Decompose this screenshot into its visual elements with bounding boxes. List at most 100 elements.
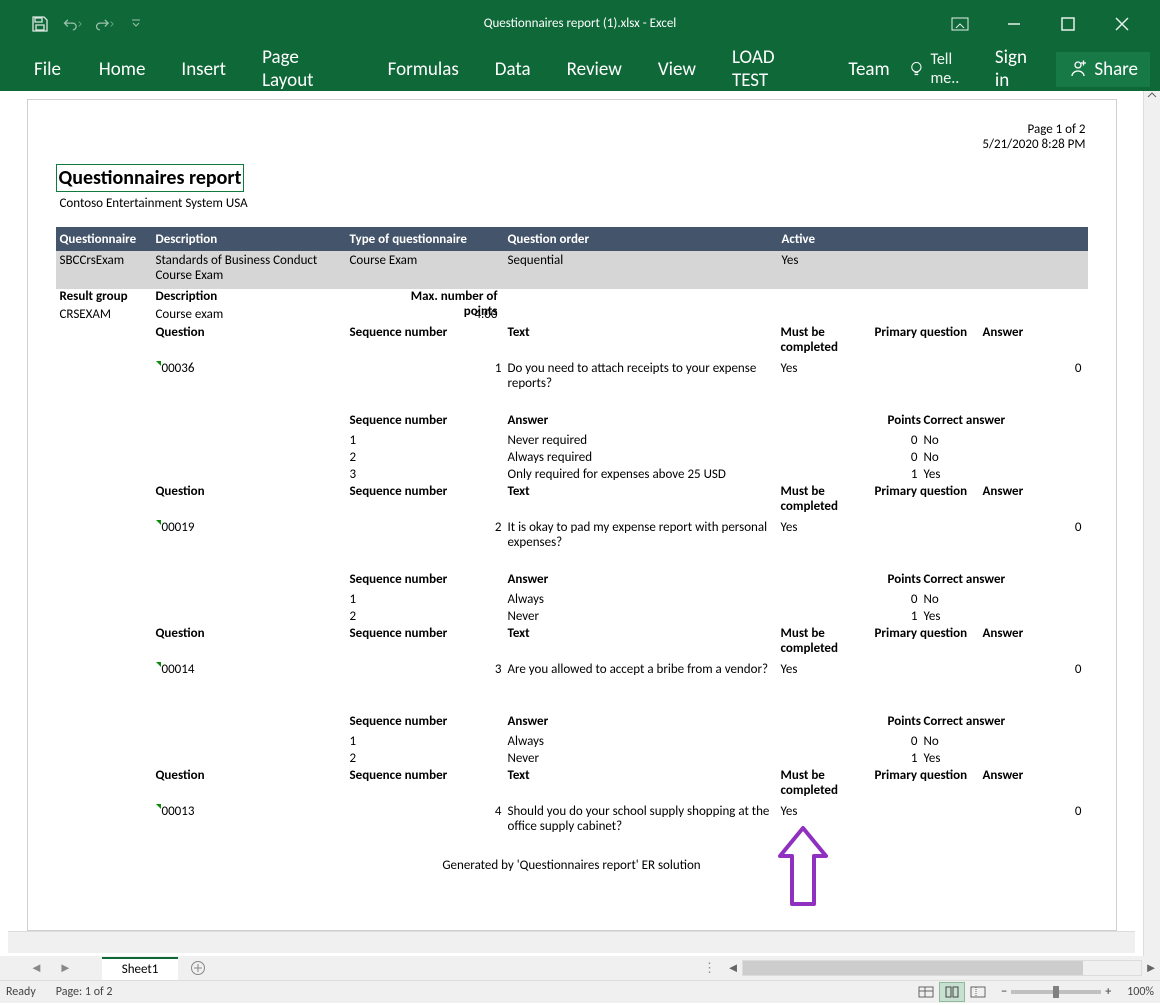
tell-me-label: Tell me.. [930, 50, 980, 88]
zoom-out-button[interactable]: − [1001, 985, 1007, 999]
page-number-label: Page 1 of 2 [982, 122, 1085, 137]
bottom-area [8, 931, 1135, 953]
hdr-order: Question order [508, 232, 782, 247]
hscroll-left-icon[interactable]: ◄ [724, 959, 742, 977]
report-subtitle: Contoso Entertainment System USA [60, 196, 1088, 211]
zoom-in-button[interactable]: + [1105, 985, 1111, 999]
exam-desc: Standards of Business Conduct Course Exa… [156, 253, 350, 283]
page-header-meta: Page 1 of 2 5/21/2020 8:28 PM [982, 122, 1085, 152]
qat-dropdown-icon[interactable] [126, 14, 146, 34]
sheet-next-icon[interactable]: ► [59, 960, 72, 976]
report-body: Questionnaire Description Type of questi… [56, 227, 1088, 873]
hdr-active: Active [782, 232, 1088, 247]
answers-header: Sequence numberAnswerPointsCorrect answe… [56, 572, 1088, 592]
answer-row: 1Always0No [56, 734, 1088, 751]
annotation-arrow-icon [774, 824, 832, 914]
tab-view[interactable]: View [640, 48, 714, 91]
questions-container: QuestionSequence numberTextMust be compl… [56, 325, 1088, 840]
redo-icon[interactable] [94, 14, 114, 34]
print-page: Page 1 of 2 5/21/2020 8:28 PM Questionna… [27, 99, 1117, 931]
answer-row: 2Always required0No [56, 450, 1088, 467]
lightbulb-icon [908, 60, 925, 78]
sheet-tab-strip: ◄ ► Sheet1 ⋮ ◄ ► [0, 956, 1160, 980]
status-bar: Ready Page: 1 of 2 − + 100% [0, 980, 1160, 1003]
exam-code: SBCCrsExam [56, 253, 156, 268]
tab-review[interactable]: Review [549, 48, 640, 91]
exam-type: Course Exam [350, 253, 508, 268]
view-buttons [913, 982, 991, 1002]
view-page-break-icon[interactable] [965, 982, 991, 1002]
page-datetime: 5/21/2020 8:28 PM [982, 137, 1085, 152]
hdr-questionnaire: Questionnaire [56, 232, 156, 247]
content-area: Page 1 of 2 5/21/2020 8:28 PM Questionna… [0, 91, 1160, 956]
page-preview-area[interactable]: Page 1 of 2 5/21/2020 8:28 PM Questionna… [0, 91, 1143, 956]
tab-home[interactable]: Home [81, 48, 164, 91]
tab-team[interactable]: Team [830, 48, 907, 91]
sheet-tab-active[interactable]: Sheet1 [102, 957, 179, 980]
result-group-header: Result group Description Max. number of … [56, 289, 1088, 307]
minimize-icon[interactable] [1001, 11, 1027, 37]
zoom-control: − + 100% [1001, 985, 1154, 999]
view-page-layout-icon[interactable] [939, 982, 965, 1002]
answer-row: 2Never1Yes [56, 609, 1088, 626]
sheet-nav: ◄ ► [0, 960, 102, 976]
undo-icon[interactable] [62, 14, 82, 34]
maximize-icon[interactable] [1055, 11, 1081, 37]
hscroll-track[interactable] [742, 960, 1142, 976]
answer-row: 1Always0No [56, 592, 1088, 609]
question-row: 000134Should you do your school supply s… [56, 804, 1088, 840]
scroll-up-icon[interactable] [1147, 91, 1157, 99]
file-tab[interactable]: File [10, 48, 81, 91]
exam-active: Yes [782, 253, 1088, 268]
tell-me-search[interactable]: Tell me.. [908, 50, 981, 88]
sign-in-button[interactable]: Sign in [987, 40, 1050, 98]
hdr-description: Description [156, 232, 350, 247]
result-group-data: CRSEXAM Course exam 4.00 [56, 307, 1088, 325]
tab-formulas[interactable]: Formulas [370, 48, 477, 91]
hscroll-thumb[interactable] [743, 961, 1083, 975]
rg-max: 4.00 [376, 307, 506, 325]
new-sheet-button[interactable] [186, 956, 210, 980]
sheet-prev-icon[interactable]: ◄ [30, 960, 43, 976]
generated-by-footer: Generated by 'Questionnaires report' ER … [56, 858, 1088, 873]
question-header: QuestionSequence numberTextMust be compl… [56, 626, 1088, 662]
answer-row: 3Only required for expenses above 25 USD… [56, 467, 1088, 484]
rg-desc-label: Description [156, 289, 376, 307]
share-label: Share [1094, 58, 1138, 81]
rg-max-label: Max. number of points [376, 289, 506, 307]
table-header-row: Questionnaire Description Type of questi… [56, 227, 1088, 251]
tab-data[interactable]: Data [477, 48, 549, 91]
exam-row: SBCCrsExam Standards of Business Conduct… [56, 251, 1088, 289]
share-person-icon [1068, 59, 1088, 79]
question-row: 000143Are you allowed to accept a bribe … [56, 662, 1088, 698]
horizontal-scrollbar[interactable]: ⋮ ◄ ► [703, 959, 1160, 977]
close-icon[interactable] [1109, 11, 1135, 37]
hdr-type: Type of questionnaire [350, 232, 508, 247]
question-row: 000361Do you need to attach receipts to … [56, 361, 1088, 397]
hscroll-right-icon[interactable]: ► [1142, 959, 1160, 977]
zoom-level: 100% [1127, 985, 1154, 999]
title-bar: Questionnaires report (1).xlsx - Excel [0, 0, 1160, 47]
window-controls [947, 11, 1160, 37]
rg-code: CRSEXAM [56, 307, 156, 325]
save-icon[interactable] [30, 14, 50, 34]
answers-header: Sequence numberAnswerPointsCorrect answe… [56, 413, 1088, 433]
zoom-thumb[interactable] [1053, 986, 1059, 998]
tab-insert[interactable]: Insert [163, 48, 244, 91]
zoom-slider[interactable] [1011, 990, 1101, 994]
vertical-scrollbar[interactable] [1143, 91, 1160, 956]
ribbon-display-icon[interactable] [947, 11, 973, 37]
hscroll-grip-icon[interactable]: ⋮ [703, 961, 716, 976]
exam-order: Sequential [508, 253, 782, 268]
status-page: Page: 1 of 2 [56, 985, 113, 999]
ribbon-tabs: File Home Insert Page Layout Formulas Da… [0, 47, 1160, 91]
share-button[interactable]: Share [1056, 52, 1150, 87]
question-header: QuestionSequence numberTextMust be compl… [56, 325, 1088, 361]
answer-row: 2Never1Yes [56, 751, 1088, 768]
rg-label: Result group [56, 289, 156, 307]
question-header: QuestionSequence numberTextMust be compl… [56, 484, 1088, 520]
question-header: QuestionSequence numberTextMust be compl… [56, 768, 1088, 804]
view-normal-icon[interactable] [913, 982, 939, 1002]
answers-header: Sequence numberAnswerPointsCorrect answe… [56, 714, 1088, 734]
window-title: Questionnaires report (1).xlsx - Excel [484, 16, 677, 31]
